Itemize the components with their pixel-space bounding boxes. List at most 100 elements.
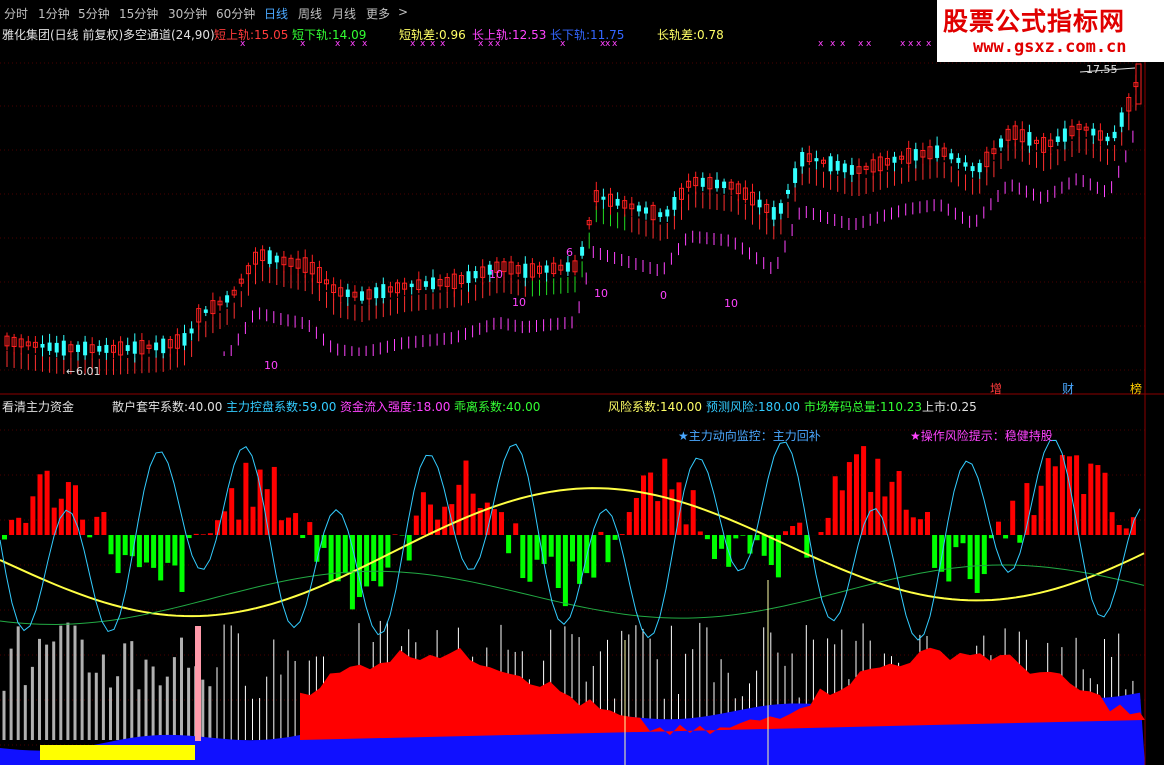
candle-body-down [1112, 131, 1117, 139]
fund-bar-positive [73, 485, 78, 535]
period-tab-timeshare[interactable]: 分时 [4, 5, 28, 22]
bar-label: 0 [660, 289, 667, 302]
candle-body-down [132, 341, 137, 354]
fund-bar-negative [548, 535, 554, 557]
fund-bar-positive [846, 462, 852, 535]
candle-body-down [1062, 128, 1067, 142]
fund-bar-positive [94, 516, 100, 535]
fund-bar-negative [612, 535, 618, 540]
candle-body-down [267, 250, 272, 264]
period-tab-60min[interactable]: 60分钟 [216, 5, 255, 22]
candle-body-down [374, 287, 379, 299]
candle-body-down [636, 205, 641, 212]
fund-bar-positive [193, 533, 199, 535]
fund-bar-negative [364, 535, 370, 587]
candle-body-down [672, 196, 677, 210]
candle-body-down [771, 207, 776, 220]
fund-bar-positive [101, 512, 107, 535]
candle-body-down [1091, 128, 1096, 136]
fund-bar-negative [144, 535, 149, 563]
fund-bar-positive [1130, 517, 1136, 535]
candle-body-down [658, 212, 663, 217]
candle-body-down [977, 163, 982, 173]
candle-body-down [1119, 112, 1124, 127]
fund-bar-negative [321, 535, 327, 548]
fund-bar-negative [584, 535, 590, 574]
period-tab-weekly[interactable]: 周线 [298, 5, 322, 22]
candle-body-down [466, 271, 471, 283]
candle-body-down [963, 162, 968, 167]
candle-body-down [381, 284, 386, 299]
candle-body-down [47, 342, 52, 351]
fund-bar-negative [967, 535, 973, 580]
fund-bar-positive [683, 524, 689, 535]
fund-bar-positive [910, 517, 916, 535]
candle-body-down [360, 291, 364, 301]
signal-x-mark: x [926, 39, 932, 49]
period-tab-more[interactable]: 更多 [366, 5, 390, 22]
fund-bar-positive [435, 519, 441, 535]
period-tab-30min[interactable]: 30分钟 [168, 5, 207, 22]
sub-indicator-name[interactable]: 看清主力资金 [2, 398, 74, 415]
candle-body-down [565, 262, 570, 272]
chevron-right-icon[interactable]: > [398, 5, 408, 19]
fund-bar-positive [420, 492, 426, 535]
bar-label: 10 [724, 297, 738, 310]
candle-body-down [104, 344, 109, 353]
candle-body-down [786, 189, 790, 195]
readout-predicted-risk: 预测风险:180.00 [706, 400, 801, 414]
fund-bar-positive [641, 475, 646, 535]
fund-bar-negative [570, 535, 575, 562]
fund-bar-negative [591, 535, 597, 578]
candle-body-down [580, 246, 585, 256]
candle-body-down [757, 199, 762, 208]
arrow-left-icon: ← [66, 365, 76, 378]
candle-body-down [814, 158, 819, 162]
fund-bar-positive [790, 526, 796, 535]
period-tab-1min[interactable]: 1分钟 [38, 5, 70, 22]
readout-retail-trap: 散户套牢系数:40.00 [112, 400, 223, 414]
fund-bar-positive [293, 513, 299, 535]
fund-bar-positive [428, 504, 433, 535]
fund-bar-negative [151, 535, 157, 568]
period-tab-5min[interactable]: 5分钟 [78, 5, 110, 22]
fund-bar-positive [1102, 472, 1108, 535]
fund-bar-positive [1059, 455, 1065, 535]
candle-body-down [83, 341, 88, 356]
fund-bar-negative [974, 535, 980, 593]
signal-x-mark: x [908, 39, 914, 49]
candle-body-down [615, 198, 620, 206]
candle-body-down [182, 333, 187, 346]
readout-risk: 风险系数:140.00 [608, 400, 703, 414]
period-tab-daily[interactable]: 日线 [264, 5, 288, 22]
candle-body-down [935, 145, 940, 158]
signal-x-mark: x [818, 39, 824, 49]
candle-body-down [835, 160, 840, 171]
fund-bar-negative [740, 535, 746, 536]
fund-bar-negative [506, 535, 512, 554]
badge-bang[interactable]: 榜 [1130, 380, 1142, 397]
bar-label: 6 [566, 246, 573, 259]
main-indicator-name[interactable]: 多空通道(24,90) [123, 26, 215, 43]
candle-body-down [40, 343, 45, 348]
readout-long-upper: 长上轨:12.53 [472, 28, 547, 42]
readout-main-control: 主力控盘系数:59.00 [226, 400, 337, 414]
fund-bar-negative [747, 535, 753, 554]
site-watermark-logo: 股票公式指标网 www.gsxz.com.cn [937, 0, 1164, 62]
fund-bar-positive [832, 476, 838, 535]
candle-body-down [189, 328, 194, 334]
fund-bar-positive [1081, 494, 1087, 535]
period-tab-15min[interactable]: 15分钟 [119, 5, 158, 22]
fund-bar-negative [1003, 535, 1009, 539]
fund-bar-positive [499, 512, 504, 535]
bar-label: 10 [594, 287, 608, 300]
period-tab-monthly[interactable]: 月线 [332, 5, 356, 22]
risk-tip: ★操作风险提示：稳健持股 [910, 429, 1053, 443]
badge-zeng[interactable]: 增 [990, 380, 1002, 397]
fund-bar-positive [250, 506, 256, 535]
candle-body-down [644, 207, 648, 214]
fund-bar-positive [1095, 465, 1101, 535]
readout-long-lower: 长下轨:11.75 [550, 28, 625, 42]
fund-bar-negative [136, 535, 142, 568]
badge-cai[interactable]: 财 [1062, 380, 1074, 397]
